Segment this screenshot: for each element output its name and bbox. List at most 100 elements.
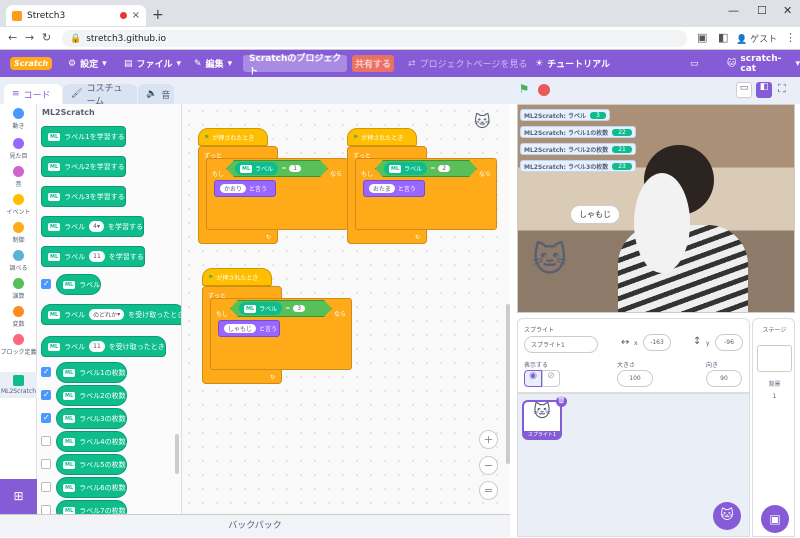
add-backdrop-button[interactable]: ▣ — [761, 505, 789, 533]
count-reporter[interactable]: ML ラベル5の枚数 — [56, 454, 127, 475]
zoom-out-button[interactable]: − — [479, 456, 498, 475]
scratch-logo[interactable]: Scratch — [10, 57, 53, 70]
equals-condition[interactable]: ML ラベル = 3 — [230, 300, 332, 317]
close-window-button[interactable]: ✕ — [783, 4, 792, 17]
label-reporter[interactable]: ML ラベル — [56, 274, 102, 295]
learn-label3-block[interactable]: ML ラベル3を学習する — [41, 186, 126, 207]
category-sound[interactable]: 音 — [0, 166, 37, 188]
label-dropdown[interactable]: 4 ▾ — [89, 221, 105, 232]
count-reporter[interactable]: ML ラベル7の枚数 — [56, 500, 127, 514]
label-monitor[interactable]: ML2Scratch: ラベル 3 — [520, 109, 610, 121]
size-input[interactable]: 100 — [617, 370, 653, 387]
edit-menu[interactable]: ✎ 編集 ▾ — [194, 50, 232, 77]
category-variables[interactable]: 変数 — [0, 306, 37, 328]
category-events[interactable]: イベント — [0, 194, 37, 216]
tutorial-button[interactable]: ☀ チュートリアル — [535, 50, 610, 77]
count1-checkbox[interactable] — [41, 367, 51, 377]
menu-icon[interactable]: ⋮ — [785, 31, 796, 44]
reset-label-block[interactable]: ML ラベル 11 を学習する — [41, 246, 145, 267]
count2-checkbox[interactable] — [41, 390, 51, 400]
project-title-input[interactable]: Scratchのプロジェクト — [243, 54, 347, 77]
category-ml2scratch[interactable]: ML2Scratch — [0, 372, 37, 398]
count1-monitor[interactable]: ML2Scratch: ラベル1の枚数 22 — [520, 126, 636, 138]
add-sprite-button[interactable]: 🐱 — [713, 502, 741, 530]
count2-monitor[interactable]: ML2Scratch: ラベル2の枚数 21 — [520, 143, 636, 155]
normal-stage-button[interactable]: ◧ — [756, 82, 772, 98]
close-tab-icon[interactable]: × — [132, 10, 140, 21]
new-tab-button[interactable]: + — [152, 7, 164, 23]
count-reporter[interactable]: ML ラベル1の枚数 — [56, 362, 127, 383]
x-input[interactable]: -163 — [643, 334, 671, 351]
count-reporter[interactable]: ML ラベル4の枚数 — [56, 431, 127, 452]
category-sensing[interactable]: 調べる — [0, 250, 37, 272]
say-text-input[interactable]: おたま — [369, 184, 395, 193]
user-menu[interactable]: 🐱 scratch-cat ▾ — [727, 50, 800, 77]
any-dropdown[interactable]: のどれか ▾ — [89, 309, 125, 320]
when-flag-clicked-hat[interactable]: ⚑ が押されたとき — [202, 268, 272, 286]
equals-condition[interactable]: ML ラベル = 2 — [375, 160, 477, 177]
reload-icon[interactable]: ↻ — [42, 31, 51, 44]
small-stage-button[interactable]: ▭ — [736, 82, 752, 98]
category-operators[interactable]: 演算 — [0, 278, 37, 300]
count6-checkbox[interactable] — [41, 482, 51, 492]
count4-checkbox[interactable] — [41, 436, 51, 446]
maximize-button[interactable]: ☐ — [757, 4, 767, 17]
y-input[interactable]: -96 — [715, 334, 743, 351]
workspace-scrollbar[interactable] — [506, 304, 510, 464]
browser-tab[interactable]: Stretch3 × — [6, 5, 146, 26]
count3-checkbox[interactable] — [41, 413, 51, 423]
say-block[interactable]: かおり と言う — [214, 180, 276, 197]
project-page-link[interactable]: ⇄ プロジェクトページを見る — [408, 50, 527, 77]
show-visible-eye-icon[interactable]: ◉ — [524, 370, 542, 387]
tab-sound[interactable]: 🔈 音 — [138, 84, 174, 104]
add-extension-button[interactable]: ⊞ — [0, 479, 37, 514]
category-looks[interactable]: 見た目 — [0, 138, 37, 160]
equals-condition[interactable]: ML ラベル = 1 — [226, 160, 328, 177]
tab-code[interactable]: ≡ コード — [4, 84, 62, 104]
cat-sprite[interactable]: 🐱 — [532, 240, 567, 280]
share-button[interactable]: 共有する — [352, 55, 394, 72]
stage-thumbnail[interactable] — [757, 345, 792, 372]
count3-monitor[interactable]: ML2Scratch: ラベル3の枚数 23 — [520, 160, 636, 172]
guest-profile[interactable]: 👤 ゲスト — [736, 32, 777, 45]
learn-label2-block[interactable]: ML ラベル2を学習する — [41, 156, 126, 177]
label-reporter[interactable]: ML ラベル — [235, 162, 278, 175]
label-reporter[interactable]: ML ラベル — [239, 302, 282, 315]
say-text-input[interactable]: かおり — [220, 184, 247, 193]
back-icon[interactable]: ← — [8, 31, 17, 44]
when-flag-clicked-hat[interactable]: ⚑ が押されたとき — [347, 128, 417, 146]
count-reporter[interactable]: ML ラベル3の枚数 — [56, 408, 127, 429]
learn-label1-block[interactable]: ML ラベル1を学習する — [41, 126, 126, 147]
forward-icon[interactable]: → — [25, 31, 34, 44]
when-label-n-hat[interactable]: ML ラベル 11 を受け取ったとき — [41, 336, 166, 357]
value-input[interactable]: 3 — [293, 305, 305, 312]
green-flag-button[interactable]: ⚑ — [516, 82, 532, 98]
count-reporter[interactable]: ML ラベル6の枚数 — [56, 477, 127, 498]
number-input[interactable]: 11 — [89, 251, 105, 262]
zoom-in-button[interactable]: + — [479, 430, 498, 449]
when-any-label-hat[interactable]: ML ラベル のどれか ▾ を受け取ったとき — [41, 304, 181, 325]
folder-icon[interactable]: ▭ — [690, 50, 699, 77]
sprite-thumbnail[interactable]: 🐱 スプライト1 — [522, 400, 562, 440]
stop-button[interactable] — [538, 84, 550, 96]
direction-input[interactable]: 90 — [706, 370, 742, 387]
tab-costume[interactable]: 🖌 コスチューム — [63, 84, 137, 107]
sprite-name-input[interactable]: スプライト1 — [524, 336, 598, 353]
value-input[interactable]: 2 — [438, 165, 450, 172]
palette-scrollbar[interactable] — [175, 434, 179, 474]
minimize-button[interactable]: — — [728, 4, 739, 17]
file-menu[interactable]: ▤ ファイル ▾ — [124, 50, 181, 77]
count7-checkbox[interactable] — [41, 505, 51, 514]
sidepanel-icon[interactable]: ◧ — [718, 31, 728, 44]
value-input[interactable]: 1 — [289, 165, 301, 172]
learn-label-n-block[interactable]: ML ラベル 4 ▾ を学習する — [41, 216, 145, 237]
camera-icon[interactable]: ▣ — [697, 31, 707, 44]
label-reporter[interactable]: ML ラベル — [384, 162, 427, 175]
category-motion[interactable]: 動き — [0, 108, 37, 130]
number-input[interactable]: 11 — [89, 341, 105, 352]
hide-eye-icon[interactable]: ⊘ — [542, 370, 560, 387]
zoom-reset-button[interactable]: = — [479, 481, 498, 500]
when-flag-clicked-hat[interactable]: ⚑ が押されたとき — [198, 128, 268, 146]
fullscreen-button[interactable]: ⛶ — [778, 82, 786, 96]
backpack[interactable]: バックパック — [0, 514, 510, 537]
